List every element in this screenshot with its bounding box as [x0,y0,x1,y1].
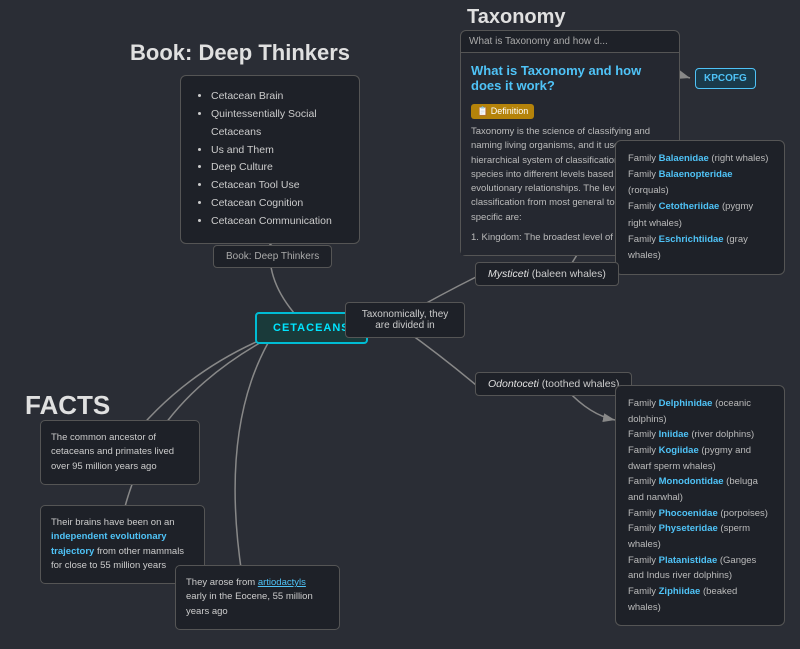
taxonomy-card-title: What is Taxonomy and how does it work? [471,63,669,93]
chapter-item: Us and Them [211,142,345,160]
toothed-family-item: Family Physeteridae (sperm whales) [628,521,772,552]
chapter-item: Cetacean Brain [211,88,345,106]
baleen-family-item: Family Balaenopteridae (rorquals) [628,167,772,199]
book-title: Book: Deep Thinkers [130,40,350,66]
taxonomy-card-header: What is Taxonomy and how d... [461,31,679,53]
baleen-families-box: Family Balaenidae (right whales) Family … [615,140,785,275]
definition-badge: 📋 Definition [471,104,534,119]
fact3-box: They arose from artiodactyls early in th… [175,565,340,630]
chapter-item: Cetacean Cognition [211,195,345,213]
taxonomy-title: Taxonomy [467,6,566,29]
fact3-link: artiodactyls [258,577,306,588]
baleen-family-item: Family Eschrichtiidae (gray whales) [628,232,772,264]
toothed-family-item: Family Monodontidae (beluga and narwhal) [628,474,772,505]
chapter-item: Deep Culture [211,159,345,177]
fact3-suffix: early in the Eocene, 55 million years ag… [186,591,313,616]
fact3-prefix: They arose from [186,577,258,588]
fact1-box: The common ancestor of cetaceans and pri… [40,420,200,485]
odontoceti-label: Odontoceti (toothed whales) [475,372,632,396]
chapter-item: Cetacean Tool Use [211,177,345,195]
mysticeti-label: Mysticeti (baleen whales) [475,262,619,286]
taxonomically-label: Taxonomically, they are divided in [345,302,465,338]
chapter-list: Cetacean Brain Quintessentially Social C… [195,88,345,231]
toothed-families-box: Family Delphinidae (oceanic dolphins) Fa… [615,385,785,626]
book-chapters-box: Cetacean Brain Quintessentially Social C… [180,75,360,244]
book-label: Book: Deep Thinkers [213,245,332,268]
toothed-family-item: Family Ziphiidae (beaked whales) [628,584,772,615]
baleen-family-item: Family Cetotheriidae (pygmy right whales… [628,199,772,231]
facts-title: FACTS [25,390,110,421]
toothed-family-list: Family Delphinidae (oceanic dolphins) Fa… [628,396,772,615]
toothed-family-item: Family Delphinidae (oceanic dolphins) [628,396,772,427]
toothed-family-item: Family Phocoenidae (porpoises) [628,506,772,522]
baleen-family-item: Family Balaenidae (right whales) [628,151,772,167]
baleen-family-list: Family Balaenidae (right whales) Family … [628,151,772,264]
chapter-item: Quintessentially Social Cetaceans [211,106,345,142]
toothed-family-item: Family Iniidae (river dolphins) [628,427,772,443]
kpcofg-badge: KPCOFG [695,68,756,89]
chapter-item: Cetacean Communication [211,213,345,231]
toothed-family-item: Family Kogiidae (pygmy and dwarf sperm w… [628,443,772,474]
fact2-prefix: Their brains have been on an [51,517,175,528]
toothed-family-item: Family Platanistidae (Ganges and Indus r… [628,553,772,584]
